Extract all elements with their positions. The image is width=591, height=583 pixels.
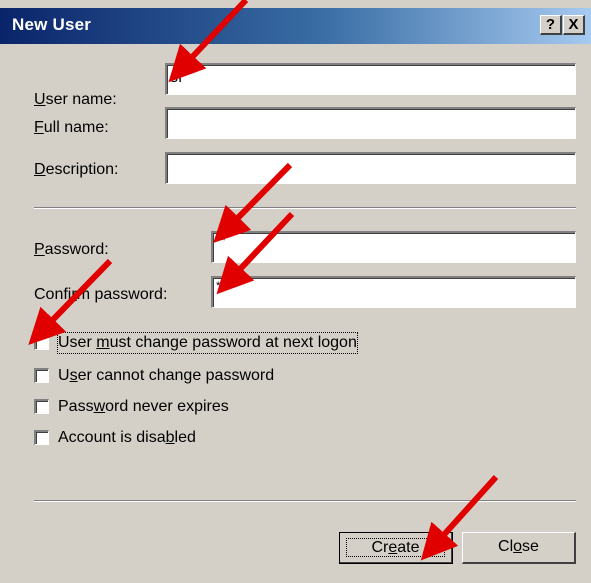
password-never-expires-checkbox[interactable] bbox=[34, 399, 49, 414]
password-field[interactable]: ** bbox=[211, 231, 576, 263]
create-button-label: Create bbox=[346, 538, 445, 557]
password-never-expires-label[interactable]: Password never expires bbox=[58, 397, 229, 417]
must-change-password-label[interactable]: User must change password at next logon bbox=[57, 332, 358, 354]
must-change-password-checkbox[interactable] bbox=[34, 335, 49, 350]
close-button[interactable]: Close bbox=[462, 532, 576, 564]
user-name-label: User name: bbox=[34, 91, 117, 108]
title-bar[interactable]: New User ? X bbox=[0, 8, 591, 44]
help-button[interactable]: ? bbox=[540, 15, 562, 35]
description-field[interactable] bbox=[165, 152, 576, 184]
cannot-change-password-label[interactable]: User cannot change password bbox=[58, 366, 274, 386]
description-label: Description: bbox=[34, 161, 119, 178]
separator-bottom bbox=[34, 500, 576, 502]
confirm-password-label: Confirm password: bbox=[34, 286, 168, 303]
user-name-field[interactable]: sf bbox=[165, 63, 576, 95]
cannot-change-password-checkbox[interactable] bbox=[34, 368, 49, 383]
separator-top bbox=[34, 207, 576, 209]
full-name-field[interactable] bbox=[165, 107, 576, 139]
account-disabled-checkbox[interactable] bbox=[34, 430, 49, 445]
close-window-button[interactable]: X bbox=[563, 15, 585, 35]
password-label: Password: bbox=[34, 241, 109, 258]
create-button[interactable]: Create bbox=[339, 532, 453, 564]
new-user-dialog: New User ? X User name: sf Full name: De… bbox=[0, 0, 591, 583]
full-name-label: Full name: bbox=[34, 119, 109, 136]
confirm-password-field[interactable]: ** bbox=[211, 276, 576, 308]
dialog-title: New User bbox=[12, 15, 92, 34]
account-disabled-label[interactable]: Account is disabled bbox=[58, 428, 196, 448]
